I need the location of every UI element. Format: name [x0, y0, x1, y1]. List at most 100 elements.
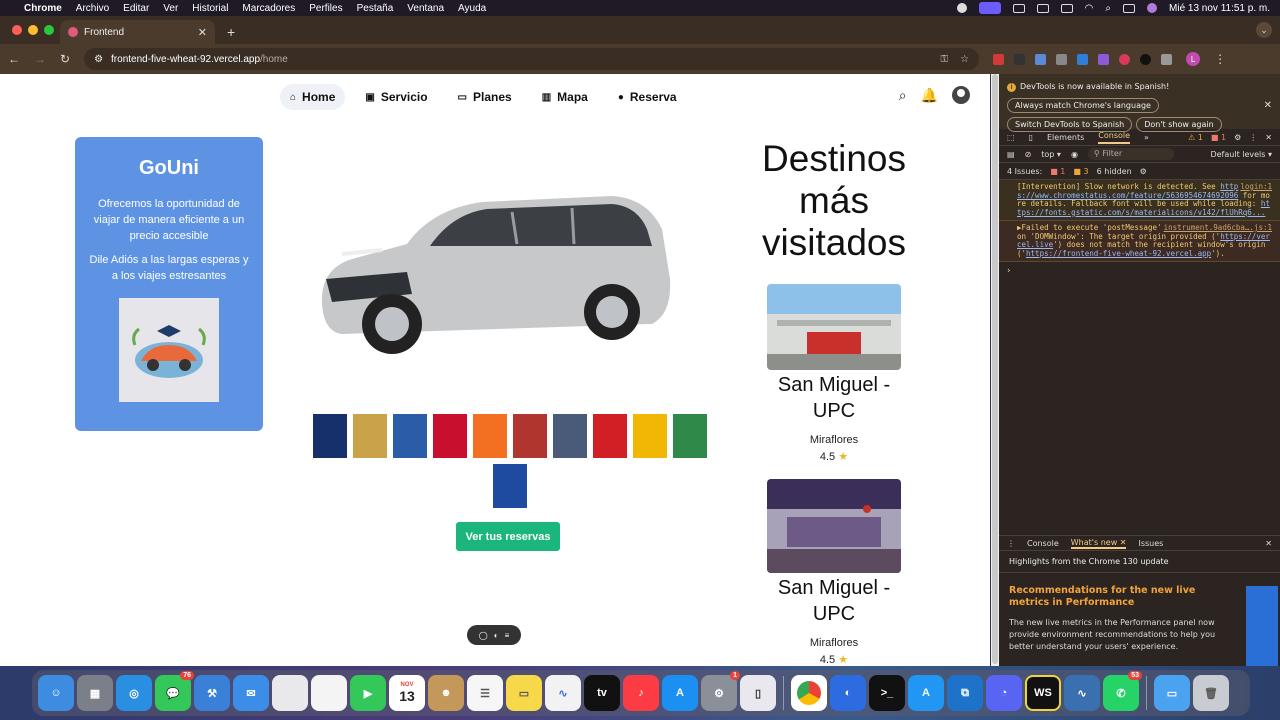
issues-settings-icon[interactable]: ⚙	[1140, 167, 1147, 176]
close-window-button[interactable]	[12, 25, 22, 35]
freeform-icon[interactable]: ∿	[545, 675, 581, 711]
music-icon[interactable]: ♪	[623, 675, 659, 711]
safari-icon[interactable]: ◎	[116, 675, 152, 711]
tab-search-button[interactable]: ⌄	[1256, 22, 1272, 38]
extension-pen-icon[interactable]	[1098, 53, 1110, 65]
control-center-icon[interactable]	[1123, 3, 1136, 13]
destino-card[interactable]: San Miguel - UPC Miraflores 4.5 ★	[767, 284, 901, 463]
more-tabs-icon[interactable]: »	[1144, 133, 1149, 142]
finder-icon[interactable]: ☺	[38, 675, 74, 711]
extension-translate-icon[interactable]	[1035, 53, 1047, 65]
discord-icon[interactable]: ◔	[986, 675, 1022, 711]
switch-to-spanish-button[interactable]: Switch DevTools to Spanish	[1007, 117, 1133, 132]
search-icon[interactable]: ⌕	[899, 87, 907, 104]
drawer-tab-whats-new[interactable]: What's new ✕	[1070, 538, 1127, 549]
destino-card[interactable]: San Miguel - UPC Miraflores 4.5 ★	[767, 479, 901, 666]
device-toggle-icon[interactable]: ▯	[1029, 133, 1033, 142]
drawer-menu-icon[interactable]: ⋮	[1007, 539, 1015, 548]
tab-elements[interactable]: Elements	[1047, 133, 1084, 142]
app-store-icon[interactable]: A	[662, 675, 698, 711]
menubar-item-pestana[interactable]: Pestaña	[357, 3, 394, 14]
extension-terminal-icon[interactable]	[1014, 53, 1026, 65]
new-tab-button[interactable]: +	[227, 24, 235, 40]
inspect-icon[interactable]: ⬚	[1007, 133, 1015, 142]
page-scrollbar[interactable]	[991, 74, 999, 666]
console-prompt[interactable]: ›	[999, 262, 1280, 280]
battery-icon[interactable]	[1060, 3, 1073, 13]
xcode-icon[interactable]: ⚒	[194, 675, 230, 711]
preview-icon[interactable]: ◐	[830, 675, 866, 711]
menubar-item-marcadores[interactable]: Marcadores	[242, 3, 295, 14]
eye-icon[interactable]: ◉	[1071, 150, 1078, 159]
notes-icon[interactable]: ▭	[506, 675, 542, 711]
error-count[interactable]: ■ 1	[1211, 133, 1226, 142]
webstorm-icon[interactable]: WS	[1025, 675, 1061, 711]
extension-shield-icon[interactable]	[1119, 53, 1131, 65]
siri-icon[interactable]	[1147, 3, 1158, 13]
log-levels-select[interactable]: Default levels ▾	[1210, 150, 1272, 159]
site-info-icon[interactable]: ⚙	[94, 54, 103, 65]
screen-share-icon[interactable]	[978, 2, 1001, 14]
facetime-icon[interactable]: ▶	[350, 675, 386, 711]
minimize-window-button[interactable]	[28, 25, 38, 35]
tab-console[interactable]: Console	[1098, 131, 1131, 144]
mail-icon[interactable]: ✉	[233, 675, 269, 711]
vscode-icon[interactable]: ⧉	[947, 675, 983, 711]
ver-reservas-button[interactable]: Ver tus reservas	[456, 522, 560, 551]
bell-icon[interactable]: 🔔	[921, 87, 938, 104]
close-tab-icon[interactable]: ✕	[198, 26, 207, 39]
zoom-window-button[interactable]	[44, 25, 54, 35]
chrome-icon[interactable]	[791, 675, 827, 711]
devtools-menu-icon[interactable]: ⋮	[1249, 133, 1257, 142]
console-filter-input[interactable]: ⚲ Filter	[1087, 148, 1174, 160]
forward-icon[interactable]: →	[34, 52, 46, 66]
clear-console-icon[interactable]: ⊘	[1025, 150, 1032, 159]
extension-triangle-icon[interactable]	[1140, 53, 1152, 65]
comment-icon[interactable]: ◯	[479, 631, 488, 640]
back-icon[interactable]: ←	[8, 52, 20, 66]
nav-item-home[interactable]: ⌂ Home	[280, 84, 346, 110]
spotlight-icon[interactable]: ⌕	[1105, 3, 1111, 14]
nav-item-mapa[interactable]: ▥ Mapa	[532, 84, 598, 110]
issues-error-count[interactable]: ■ 1	[1050, 167, 1065, 176]
drawer-tab-console[interactable]: Console	[1027, 539, 1059, 548]
browser-tab-frontend[interactable]: Frontend ✕	[60, 20, 215, 44]
trash-icon[interactable]: 🗑	[1193, 675, 1229, 711]
nav-item-planes[interactable]: ▭ Planes	[448, 84, 522, 110]
extension-doc-icon[interactable]	[1056, 53, 1068, 65]
menubar-item-ventana[interactable]: Ventana	[407, 3, 444, 14]
wifi-icon[interactable]: ◠	[1085, 3, 1094, 14]
tableplus-icon[interactable]: A	[908, 675, 944, 711]
bookmark-star-icon[interactable]: ☆	[960, 54, 969, 65]
drawer-tab-issues[interactable]: Issues	[1138, 539, 1163, 548]
whats-new-recommendation[interactable]: Recommendations for the new live metrics…	[999, 573, 1280, 665]
context-select[interactable]: top ▾	[1041, 150, 1061, 159]
extension-red-icon[interactable]	[993, 53, 1005, 65]
whatsapp-icon[interactable]: ✆ 53	[1103, 671, 1142, 711]
issues-bar[interactable]: 4 Issues: ■ 1 ■ 3 6 hidden ⚙	[999, 163, 1280, 180]
photos-icon[interactable]	[311, 675, 347, 711]
menubar-item-ver[interactable]: Ver	[163, 3, 178, 14]
issues-warning-count[interactable]: ■ 3	[1073, 167, 1088, 176]
close-banner-icon[interactable]: ✕	[1264, 100, 1272, 111]
maps-icon[interactable]	[272, 675, 308, 711]
log-link[interactable]: https://frontend-five-wheat-92.vercel.ap…	[1026, 249, 1211, 258]
always-match-language-button[interactable]: Always match Chrome's language	[1007, 98, 1159, 113]
close-drawer-icon[interactable]: ✕	[1265, 539, 1272, 548]
menubar-item-historial[interactable]: Historial	[192, 3, 228, 14]
calendar-icon[interactable]: NOV 13	[389, 675, 425, 711]
messages-icon[interactable]: 💬 76	[155, 671, 194, 711]
extension-blue-icon[interactable]	[1077, 53, 1089, 65]
menu-icon[interactable]: ≡	[505, 631, 510, 640]
menubar-item-ayuda[interactable]: Ayuda	[458, 3, 486, 14]
apple-tv-icon[interactable]: tv	[584, 675, 620, 711]
launchpad-icon[interactable]: ▦	[77, 675, 113, 711]
sidebar-toggle-icon[interactable]: ▤	[1007, 150, 1015, 159]
nav-item-servicio[interactable]: ▣ Servicio	[355, 84, 437, 110]
menubar-datetime[interactable]: Mié 13 nov 11:51 p. m.	[1169, 3, 1270, 14]
close-devtools-icon[interactable]: ✕	[1265, 133, 1272, 142]
dont-show-again-button[interactable]: Don't show again	[1136, 117, 1222, 132]
menubar-item-perfiles[interactable]: Perfiles	[309, 3, 342, 14]
toggle-icon[interactable]: ◐	[494, 631, 499, 640]
cloud-icon[interactable]	[1012, 3, 1025, 13]
